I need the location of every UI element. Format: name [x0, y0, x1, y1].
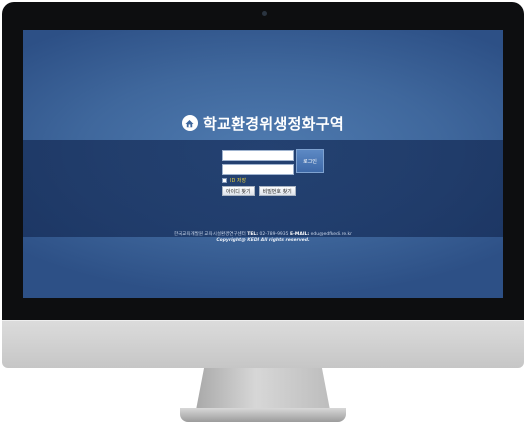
login-inputs [222, 150, 294, 178]
save-id-checkbox[interactable] [222, 177, 227, 183]
password-input[interactable] [222, 164, 294, 175]
house-logo-icon [181, 115, 198, 131]
id-input[interactable] [222, 150, 294, 161]
save-id-label[interactable]: ID 저장 [230, 177, 246, 184]
footer-org: 한국교육개발원 교육시설환경연구센터 [174, 232, 246, 237]
webcam-icon [262, 11, 267, 16]
find-buttons: 아이디 찾기 비밀번호 찾기 [222, 186, 296, 196]
footer-email[interactable]: edu@edfkedi.re.kr [311, 232, 352, 237]
footer-tel: 02-789-9935 [259, 232, 289, 237]
save-id-row: ID 저장 [222, 176, 246, 184]
login-button[interactable]: 로그인 [296, 149, 324, 173]
site-title: 학교환경위생정화구역 [202, 114, 344, 133]
monitor-stand [196, 368, 330, 410]
footer-contact: 한국교육개발원 교육시설환경연구센터 TEL: 02-789-9935 E-MA… [23, 231, 503, 237]
login-screen: 학교환경위생정화구역 아이디 비밀번호 로그인 ID 저장 아이디 찾기 비밀번… [23, 30, 503, 298]
monitor-stand-base [180, 408, 346, 422]
monitor-chin [2, 320, 524, 368]
find-id-button[interactable]: 아이디 찾기 [222, 186, 255, 196]
footer-tel-label: TEL: [247, 232, 259, 237]
footer-email-label: E-MAIL: [289, 232, 310, 237]
footer-copyright: Copyright@ KEDI All rights reserved. [216, 238, 310, 243]
site-header: 학교환경위생정화구역 [23, 110, 503, 136]
find-password-button[interactable]: 비밀번호 찾기 [258, 186, 296, 196]
